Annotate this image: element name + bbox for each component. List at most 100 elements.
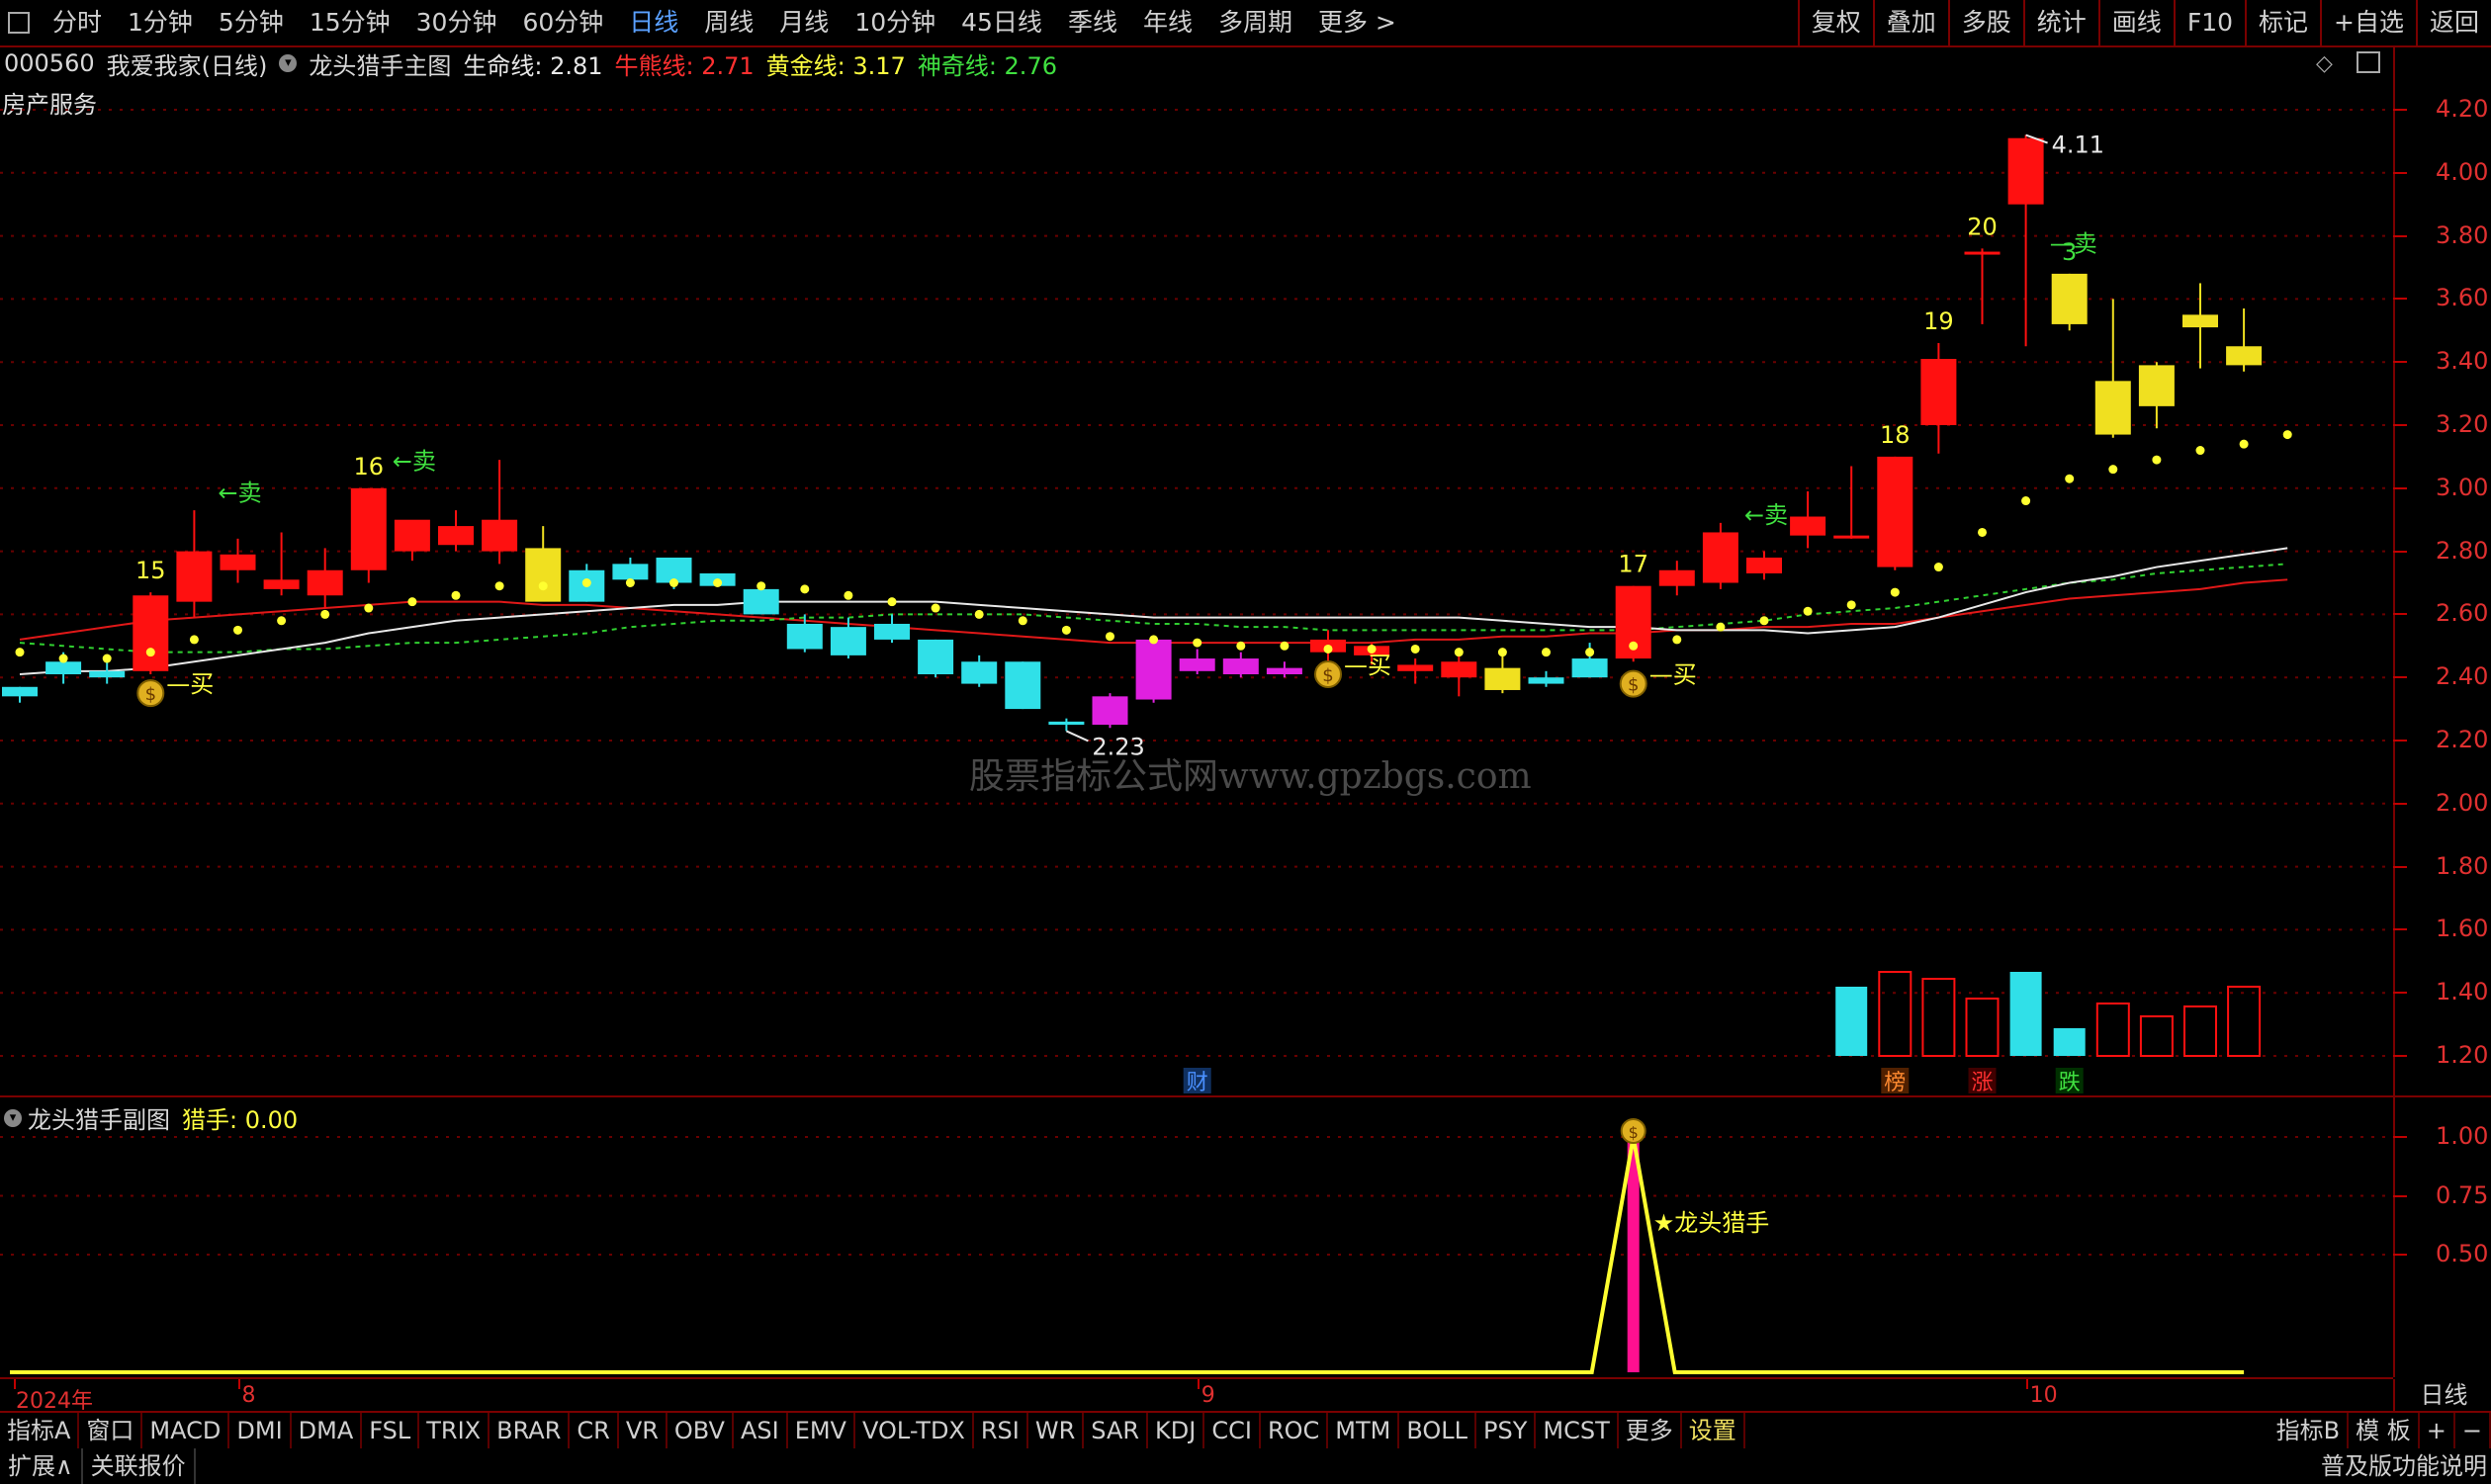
sub-indicator-name[interactable]: 龙头猎手副图 — [28, 1100, 170, 1135]
indicator-tab[interactable]: RSI — [974, 1413, 1028, 1448]
indicator-tab[interactable]: OBV — [667, 1413, 734, 1448]
candle-body[interactable] — [176, 551, 213, 602]
signal-dot — [2152, 455, 2162, 465]
candle-body[interactable] — [2226, 346, 2263, 366]
indicator-tab[interactable]: CR — [570, 1413, 619, 1448]
indicator-tab[interactable]: 设置 — [1682, 1413, 1745, 1448]
indicator-tab[interactable]: MTM — [1328, 1413, 1400, 1448]
candle-body[interactable] — [1441, 661, 1477, 678]
candle-body[interactable] — [1790, 516, 1826, 536]
money-bag-icon-symbol: $ — [1629, 1123, 1639, 1142]
indicator-tab[interactable]: DMA — [292, 1413, 363, 1448]
candle-body[interactable] — [1222, 658, 1259, 675]
candle-body[interactable] — [1135, 639, 1172, 700]
sub-y-axis-tick — [2393, 1194, 2407, 1197]
indicator-tab[interactable]: VR — [619, 1413, 667, 1448]
candle-body[interactable] — [874, 623, 910, 640]
toolbar-right-button[interactable]: 返回 — [2415, 0, 2491, 45]
candle-body[interactable] — [1179, 658, 1215, 671]
indicator-tab[interactable]: KDJ — [1148, 1413, 1205, 1448]
candle-body[interactable] — [89, 670, 126, 678]
indicator-tab[interactable]: DMI — [229, 1413, 292, 1448]
money-bag-icon-symbol: $ — [1322, 665, 1333, 686]
candle-body[interactable] — [2182, 314, 2218, 328]
help-link[interactable]: 普及版功能说明 — [2317, 1448, 2491, 1484]
indicator-right-button[interactable]: 模 板 — [2349, 1413, 2420, 1448]
indicator-tab[interactable]: 窗口 — [79, 1413, 143, 1448]
candle-body[interactable] — [1964, 251, 2001, 255]
candle-body[interactable] — [525, 548, 562, 602]
candle-body[interactable] — [1920, 359, 1957, 425]
y-axis-tick — [2393, 928, 2407, 931]
indicator-tab[interactable]: 更多 — [1619, 1413, 1682, 1448]
status-button[interactable]: 关联报价 — [83, 1448, 196, 1484]
candle-body[interactable] — [350, 487, 387, 570]
indicator-tab[interactable]: VOL-TDX — [855, 1413, 974, 1448]
candle-body[interactable] — [2138, 365, 2175, 406]
candle-body[interactable] — [612, 564, 649, 580]
signal-dot — [320, 609, 330, 619]
indicator-right-button[interactable]: 指标B — [2269, 1413, 2350, 1448]
candle-body[interactable] — [2, 686, 38, 697]
candle-body[interactable] — [438, 526, 474, 546]
count-label: 19 — [1923, 307, 1954, 335]
indicator-tab[interactable]: BOLL — [1399, 1413, 1477, 1448]
candle-body[interactable] — [1397, 664, 1434, 671]
candle-body[interactable] — [1266, 667, 1302, 675]
indicator-tab[interactable]: FSL — [362, 1413, 420, 1448]
candle-body[interactable] — [1658, 569, 1695, 586]
candle-body[interactable] — [220, 554, 256, 570]
indicator-tab[interactable]: PSY — [1476, 1413, 1537, 1448]
candle-body[interactable] — [263, 579, 300, 589]
candle-body[interactable] — [1528, 677, 1564, 684]
candle-body[interactable] — [830, 627, 866, 655]
date-label: 10 — [2029, 1383, 2058, 1408]
indicator-tab[interactable]: MACD — [142, 1413, 230, 1448]
indicator-tab[interactable]: ASI — [734, 1413, 788, 1448]
candle-body[interactable] — [2007, 137, 2044, 205]
y-axis-line — [2393, 45, 2395, 1377]
candle-body[interactable] — [1877, 456, 1913, 567]
sub-y-axis-tick — [2393, 1254, 2407, 1256]
candle-body[interactable] — [1005, 661, 1041, 710]
sub-y-axis-tick-label: 1.00 — [2436, 1122, 2489, 1150]
event-tag-label: 涨 — [1971, 1071, 1993, 1095]
indicator-tab[interactable]: SAR — [1084, 1413, 1149, 1448]
candle-body[interactable] — [133, 595, 169, 671]
candle-body[interactable] — [743, 588, 779, 615]
candle-body[interactable] — [394, 519, 430, 552]
indicator-tab[interactable]: EMV — [788, 1413, 855, 1448]
indicator-tab[interactable]: ROC — [1261, 1413, 1329, 1448]
main-candlestick-chart[interactable]: 1516171819203←卖←卖←卖—卖$ —买 $ —买$ —买4.112.23财榜… — [0, 0, 2393, 1377]
candle-body[interactable] — [1571, 658, 1608, 678]
volume-bar — [1921, 978, 1956, 1057]
status-button[interactable]: 扩展∧ — [0, 1448, 83, 1484]
volume-bar — [2227, 986, 2262, 1057]
indicator-tab[interactable]: TRIX — [419, 1413, 490, 1448]
indicator-tab[interactable]: WR — [1028, 1413, 1085, 1448]
candle-body[interactable] — [2094, 381, 2131, 435]
candle-body[interactable] — [307, 569, 343, 596]
candle-body[interactable] — [1702, 532, 1738, 583]
candle-body[interactable] — [482, 519, 518, 552]
candle-body[interactable] — [2051, 273, 2088, 324]
chevron-down-icon[interactable]: ▾ — [4, 1108, 22, 1127]
candle-body[interactable] — [1484, 667, 1521, 690]
candle-body[interactable] — [1092, 696, 1128, 726]
date-tick — [14, 1379, 16, 1389]
candle-body[interactable] — [918, 639, 954, 675]
candle-body[interactable] — [45, 661, 82, 675]
date-axis: 2024年 8 9 10 — [0, 1377, 2393, 1414]
candle-body[interactable] — [1746, 557, 1782, 573]
event-tag-label: 跌 — [2059, 1071, 2081, 1095]
candle-body[interactable] — [786, 623, 823, 650]
indicator-tab[interactable]: BRAR — [489, 1413, 571, 1448]
candle-body[interactable] — [1048, 721, 1085, 726]
indicator-tab[interactable]: 指标A — [0, 1413, 80, 1448]
indicator-right-button[interactable]: + — [2420, 1413, 2455, 1448]
indicator-tab[interactable]: CCI — [1204, 1413, 1261, 1448]
indicator-tab[interactable]: MCST — [1536, 1413, 1619, 1448]
indicator-right-button[interactable]: − — [2455, 1413, 2491, 1448]
candle-body[interactable] — [961, 661, 998, 684]
candle-body[interactable] — [1833, 535, 1870, 539]
